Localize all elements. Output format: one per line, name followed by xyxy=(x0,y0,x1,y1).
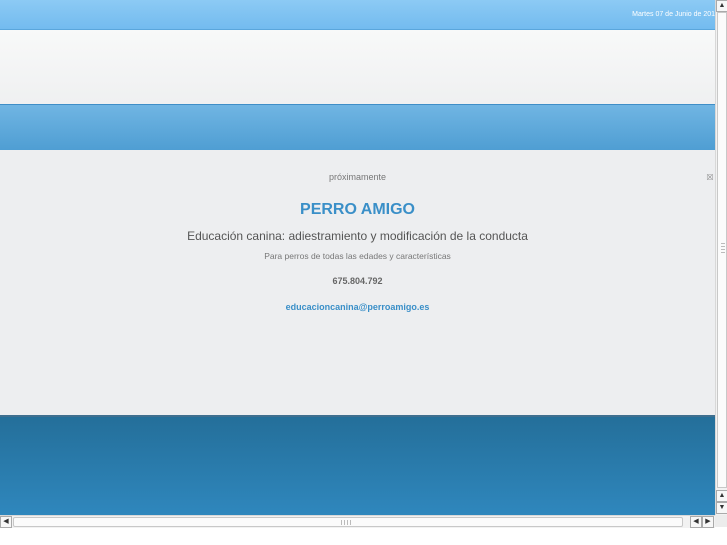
grip-icon xyxy=(341,520,353,525)
scrollbar-corner xyxy=(715,515,727,527)
horizontal-scroll-thumb[interactable] xyxy=(13,517,683,527)
email-link[interactable]: educacioncanina@perroamigo.es xyxy=(0,302,715,312)
main-content: ☒ próximamente PERRO AMIGO Educación can… xyxy=(0,150,715,417)
footer-band xyxy=(0,417,715,515)
site-title: PERRO AMIGO xyxy=(300,201,415,218)
navigation-band xyxy=(0,104,715,151)
arrow-up-icon[interactable]: ▲ xyxy=(716,0,727,12)
arrow-down-icon[interactable]: ▼ xyxy=(716,502,727,514)
arrow-up-icon[interactable]: ▲ xyxy=(716,490,727,502)
current-date: Martes 07 de Junio de 201 xyxy=(632,11,715,18)
phone-number: 675.804.792 xyxy=(332,276,383,286)
arrow-left-icon[interactable]: ◀ xyxy=(690,516,702,528)
top-bar: Martes 07 de Junio de 201 xyxy=(0,0,715,30)
page-viewport: Martes 07 de Junio de 201 ☒ próximamente… xyxy=(0,0,715,515)
coming-soon-text: próximamente xyxy=(328,172,387,182)
vertical-scroll-thumb[interactable] xyxy=(717,12,727,488)
header-band xyxy=(0,30,715,104)
vertical-scrollbar[interactable]: ▲ ▲ ▼ xyxy=(715,0,727,515)
site-subtitle: Educación canina: adiestramiento y modif… xyxy=(187,229,528,243)
site-tagline: Para perros de todas las edades y caract… xyxy=(264,251,451,261)
grip-icon xyxy=(721,243,725,255)
horizontal-scrollbar[interactable]: ◀ ◀ ▶ xyxy=(0,515,715,528)
blank-area xyxy=(0,528,727,545)
arrow-right-icon[interactable]: ▶ xyxy=(702,516,714,528)
arrow-left-icon[interactable]: ◀ xyxy=(0,516,12,528)
